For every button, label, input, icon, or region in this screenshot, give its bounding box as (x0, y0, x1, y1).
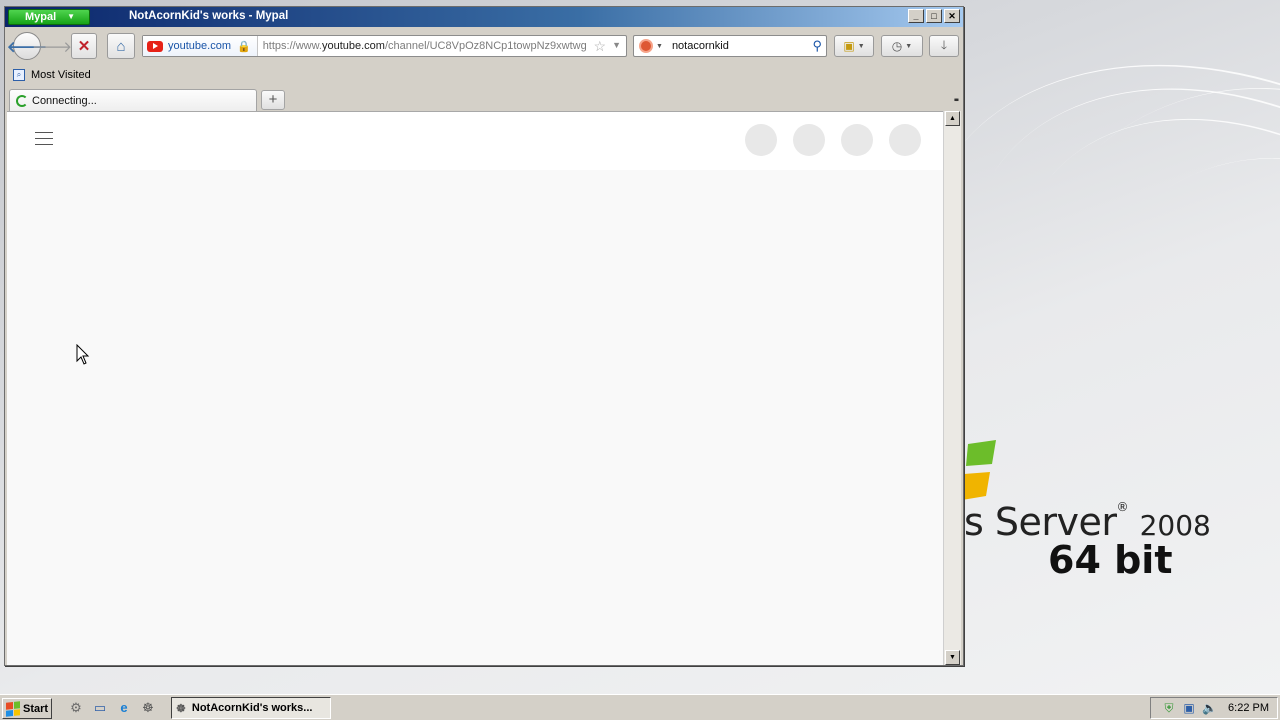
app-menu-label: Mypal (25, 11, 57, 23)
tab-label: Connecting... (32, 94, 97, 107)
url-bar[interactable]: youtube.com 🔒 https://www.youtube.com/ch… (142, 35, 627, 57)
chevron-down-icon[interactable]: ▼ (656, 43, 663, 50)
windows-logo-icon (6, 700, 20, 717)
network-icon[interactable]: ▣ (1182, 701, 1196, 715)
start-button[interactable]: Start (2, 698, 52, 719)
url-history-dropdown-icon[interactable]: ▼ (612, 40, 621, 50)
clock-icon: ◷ (891, 39, 903, 53)
placeholder-avatar (889, 124, 921, 156)
security-shield-icon[interactable]: ⛨ (1162, 701, 1176, 716)
bookmark-folder-icon: ⌕ (13, 69, 25, 81)
server-manager-icon[interactable]: ⚙ (68, 700, 84, 716)
bookmarks-toolbar: ⌕ Most Visited (5, 65, 963, 87)
chevron-down-icon: ▼ (857, 42, 865, 50)
close-button[interactable]: ✕ (944, 9, 960, 23)
url-prefix: https://www. (262, 40, 322, 52)
youtube-icon (147, 40, 163, 52)
system-tray: ⛨ ▣ 🔈 6:22 PM (1150, 697, 1278, 719)
vertical-scrollbar[interactable]: ▲ ▼ (943, 111, 961, 665)
url-path: /channel/UC8VpOz8NCp1towpNz9xwtwg (384, 40, 587, 52)
bookmark-label: Most Visited (31, 69, 91, 81)
bookmark-star-icon[interactable]: ☆ (593, 38, 606, 55)
search-bar[interactable]: ▼ notacornkid ⚲ (633, 35, 827, 57)
forward-button[interactable]: 🡒 (32, 33, 72, 59)
scroll-down-arrow-icon[interactable]: ▼ (945, 650, 960, 665)
hamburger-menu-icon[interactable] (35, 132, 53, 150)
bookmarks-menu-button[interactable]: ▣ ▼ (834, 35, 874, 57)
search-input[interactable]: notacornkid (672, 40, 729, 52)
browser-window: Mypal ▼ NotAcornKid's works - Mypal _ □ … (4, 6, 964, 666)
show-desktop-icon[interactable]: ▭ (92, 700, 108, 716)
url-host: youtube.com (321, 40, 385, 52)
url-text[interactable]: https://www.youtube.com/channel/UC8VpOz8… (263, 40, 593, 52)
site-domain: youtube.com (168, 40, 231, 52)
maximize-button[interactable]: □ (926, 9, 942, 23)
windows-flag-logo (962, 440, 996, 500)
minimize-button[interactable]: _ (908, 9, 924, 23)
internet-explorer-icon[interactable]: e (116, 700, 132, 716)
loading-spinner-icon (16, 94, 28, 107)
window-controls: _ □ ✕ (908, 9, 960, 23)
quick-launch: ⚙ ▭ e ☸ (68, 700, 156, 716)
site-identity-button[interactable]: youtube.com 🔒 (143, 36, 258, 56)
stop-button[interactable]: ✕ (71, 33, 97, 59)
start-label: Start (23, 702, 49, 715)
taskbar-button-label: NotAcornKid's works... (191, 702, 313, 714)
chevron-down-icon: ▼ (67, 12, 75, 21)
volume-muted-icon[interactable]: 🔈 (1202, 701, 1217, 715)
duckduckgo-icon[interactable] (639, 39, 653, 53)
history-menu-button[interactable]: ◷ ▼ (881, 35, 923, 57)
mypal-icon: ☸ (176, 702, 186, 715)
chevron-down-icon: ▼ (905, 42, 913, 50)
search-icon[interactable]: ⚲ (812, 38, 822, 54)
youtube-header (7, 112, 943, 170)
stop-icon: ✕ (77, 38, 91, 55)
title-bar[interactable]: Mypal ▼ NotAcornKid's works - Mypal _ □ … (5, 7, 963, 27)
placeholder-icon (745, 124, 777, 156)
mypal-icon[interactable]: ☸ (140, 700, 156, 716)
taskbar: Start ⚙ ▭ e ☸ ☸ NotAcornKid's works... ⛨… (0, 694, 1280, 720)
grid-icon: ▪▪ (953, 95, 959, 106)
mouse-cursor-icon (76, 344, 90, 365)
bookmarks-icon: ▣ (843, 39, 855, 53)
download-icon: 🡓 (940, 37, 948, 52)
app-menu-button[interactable]: Mypal ▼ (8, 9, 90, 25)
downloads-button[interactable]: 🡓 (929, 35, 959, 57)
all-tabs-button[interactable]: ▪▪ (953, 95, 959, 106)
scroll-up-arrow-icon[interactable]: ▲ (945, 111, 960, 126)
placeholder-icon (841, 124, 873, 156)
taskbar-button-browser[interactable]: ☸ NotAcornKid's works... (171, 697, 331, 719)
tab-strip: Connecting... + ▪▪ (5, 87, 963, 111)
navigation-toolbar: 🡐 🡒 ✕ ⌂ youtube.com 🔒 https://www.youtub… (5, 27, 963, 65)
os-bits: 64 bit (1048, 538, 1173, 582)
plus-icon: + (268, 91, 278, 108)
home-icon: ⌂ (116, 37, 126, 55)
arrow-right-icon: 🡒 (31, 38, 73, 56)
tab-active[interactable]: Connecting... (9, 89, 257, 111)
bookmark-most-visited[interactable]: ⌕ Most Visited (13, 69, 91, 81)
home-button[interactable]: ⌂ (107, 33, 135, 59)
lock-icon: 🔒 (236, 40, 251, 53)
placeholder-icon (793, 124, 825, 156)
new-tab-button[interactable]: + (261, 90, 285, 110)
clock[interactable]: 6:22 PM (1228, 702, 1269, 714)
window-title: NotAcornKid's works - Mypal (129, 10, 289, 22)
page-content (7, 111, 943, 665)
